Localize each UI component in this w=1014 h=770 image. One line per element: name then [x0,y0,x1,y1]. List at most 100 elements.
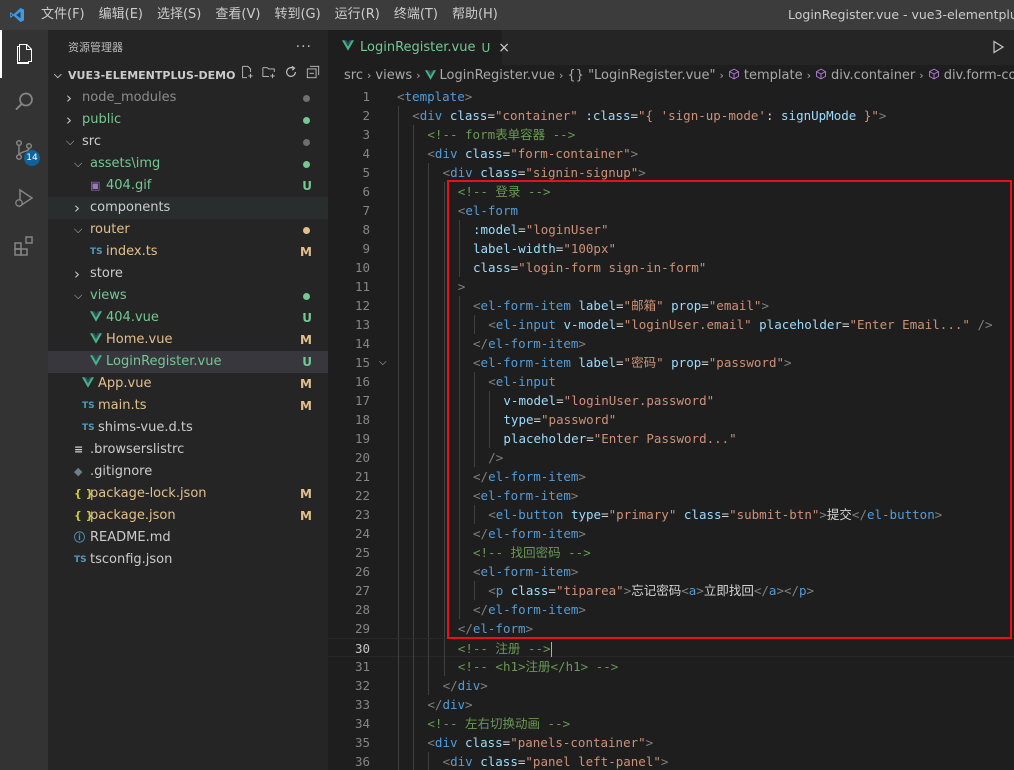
tree-folder[interactable]: ⌵ router [48,219,328,241]
code-line[interactable]: 2 <div class="container" :class="{ 'sign-… [328,106,1014,125]
code-line[interactable]: 33 </div> [328,695,1014,714]
project-root[interactable]: ⌵ VUE3-ELEMENTPLUS-DEMO [48,65,328,87]
tree-file[interactable]: LoginRegister.vue U [48,351,328,373]
code-line[interactable]: 12 <el-form-item label="邮箱" prop="email"> [328,296,1014,315]
code-line[interactable]: 8:model="loginUser" [328,220,1014,239]
menu-item[interactable]: 文件(F) [34,0,92,30]
tree-file[interactable]: { } package-lock.json M [48,483,328,505]
menu-item[interactable]: 选择(S) [150,0,208,30]
code-line[interactable]: 32 </div> [328,676,1014,695]
code-line[interactable]: 13 <el-input v-model="loginUser.email" pl… [328,315,1014,334]
code-line[interactable]: 25 <!-- 找回密码 --> [328,543,1014,562]
tab-label: LoginRegister.vue [360,40,476,55]
breadcrumb-item[interactable]: LoginRegister.vue [440,68,555,83]
breadcrumb-item[interactable]: template [744,68,803,83]
close-icon[interactable]: × [498,40,510,56]
code-line[interactable]: 17 v-model="loginUser.password" [328,391,1014,410]
code-line[interactable]: 27 <p class="tiparea">忘记密码<a>立即找回</a></p> [328,581,1014,600]
tree-file[interactable]: App.vue M [48,373,328,395]
code-line[interactable]: 16 <el-input [328,372,1014,391]
code-line[interactable]: 31 <!-- <h1>注册</h1> --> [328,657,1014,676]
tree-file[interactable]: TS shims-vue.d.ts [48,417,328,439]
run-debug-icon[interactable] [0,174,48,222]
code-line[interactable]: 26 <el-form-item> [328,562,1014,581]
code-line[interactable]: 11 > [328,277,1014,296]
code-token: <!-- <h1>注册</h1> --> [457,659,619,674]
source-control-icon[interactable] [0,126,48,174]
code-line[interactable]: 21 </el-form-item> [328,467,1014,486]
code-line[interactable]: 4 <div class="form-container"> [328,144,1014,163]
code-token: el-form-item [480,564,571,579]
fold-chevron-icon[interactable]: ⌵ [379,353,387,372]
breadcrumb-item[interactable]: div.form-contain [944,68,1014,83]
explorer-icon[interactable] [0,30,48,78]
indent-guide [443,410,445,429]
breadcrumb-item[interactable]: src [344,68,363,83]
code-line[interactable]: 20 /> [328,448,1014,467]
indent-guide [413,486,415,505]
breadcrumb-item[interactable]: {} "LoginRegister.vue" [567,68,715,83]
new-folder-icon[interactable] [262,65,276,87]
code-editor[interactable]: 1 <template> 2 <div class="container" :clas… [328,87,1014,770]
indent-guide [458,353,460,372]
code-line[interactable]: 5 <div class="signin-signup"> [328,163,1014,182]
code-line[interactable]: 3 <!-- form表单容器 --> [328,125,1014,144]
menu-item[interactable]: 编辑(E) [92,0,150,30]
tab-login-register[interactable]: LoginRegister.vue U × [328,30,510,65]
menu-item[interactable]: 转到(G) [267,0,327,30]
tree-folder[interactable]: › components [48,197,328,219]
code-line[interactable]: 24 </el-form-item> [328,524,1014,543]
tree-item-label: README.md [90,530,171,545]
code-line[interactable]: 1 <template> [328,87,1014,106]
tree-file[interactable]: TS tsconfig.json [48,549,328,571]
breadcrumb-item[interactable]: views [375,68,412,83]
tree-folder[interactable]: ⌵ assets\img [48,153,328,175]
breadcrumb-item[interactable]: div.container [831,68,915,83]
menu-item[interactable]: 帮助(H) [445,0,505,30]
code-line[interactable]: 36 <div class="panel left-panel"> [328,752,1014,770]
code-line[interactable]: 29 </el-form> [328,619,1014,638]
collapse-all-icon[interactable] [306,65,320,87]
new-file-icon[interactable] [240,65,254,87]
menu-item[interactable]: 终端(T) [387,0,445,30]
tree-file[interactable]: ◆ .gitignore [48,461,328,483]
code-line[interactable]: 9 label-width="100px" [328,239,1014,258]
code-line[interactable]: 18 type="password" [328,410,1014,429]
code-line[interactable]: 6 <!-- 登录 --> [328,182,1014,201]
tree-file[interactable]: Home.vue M [48,329,328,351]
menu-item[interactable]: 查看(V) [208,0,267,30]
run-icon[interactable] [990,39,1006,59]
code-line[interactable]: 30 <!-- 注册 --> [328,638,1014,658]
tree-item-label: views [90,288,127,303]
tree-file[interactable]: 404.vue U [48,307,328,329]
tree-file[interactable]: { } package.json M [48,505,328,527]
code-line[interactable]: 23 <el-button type="primary" class="submi… [328,505,1014,524]
code-line[interactable]: 14 </el-form-item> [328,334,1014,353]
tree-file[interactable]: TS main.ts M [48,395,328,417]
code-line[interactable]: 10 class="login-form sign-in-form" [328,258,1014,277]
tree-folder[interactable]: ⌵ views [48,285,328,307]
tree-folder[interactable]: › store [48,263,328,285]
line-number: 20 [354,450,370,465]
tree-file[interactable]: TS index.ts M [48,241,328,263]
code-token: :model [473,222,519,237]
code-line[interactable]: 35 <div class="panels-container"> [328,733,1014,752]
code-line[interactable]: 19 placeholder="Enter Password..." [328,429,1014,448]
menu-item[interactable]: 运行(R) [328,0,387,30]
tree-file[interactable]: ⓘ README.md [48,527,328,549]
indent-guide [398,144,399,163]
tree-folder[interactable]: › public [48,109,328,131]
code-line[interactable]: 15 ⌵ <el-form-item label="密码" prop="passwo… [328,353,1014,372]
code-line[interactable]: 28 </el-form-item> [328,600,1014,619]
code-line[interactable]: 34 <!-- 左右切换动画 --> [328,714,1014,733]
tree-folder[interactable]: ⌵ src [48,131,328,153]
code-line[interactable]: 22 <el-form-item> [328,486,1014,505]
refresh-icon[interactable] [284,65,298,87]
tree-folder[interactable]: › node_modules [48,87,328,109]
more-actions-icon[interactable]: ··· [296,30,312,65]
tree-file[interactable]: ▣ 404.gif U [48,175,328,197]
code-line[interactable]: 7 <el-form [328,201,1014,220]
extensions-icon[interactable] [0,222,48,270]
tree-file[interactable]: ≡ .browserslistrc [48,439,328,461]
search-icon[interactable] [0,78,48,126]
